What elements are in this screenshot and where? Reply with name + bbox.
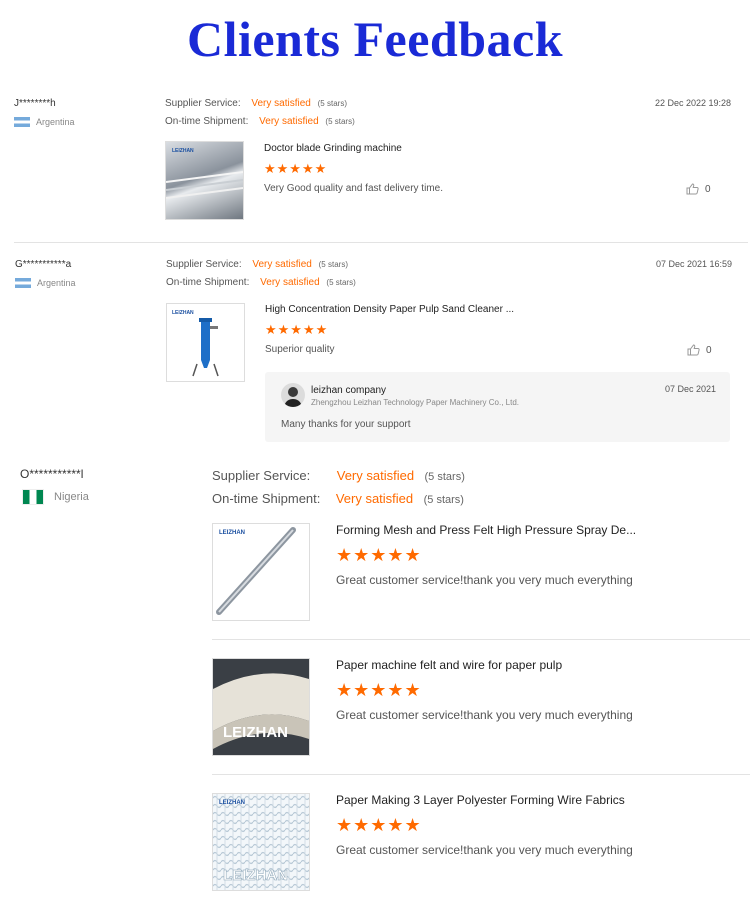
supplier-service-label: Supplier Service: [165,98,241,109]
supplier-service-label: Supplier Service: [212,468,311,483]
shipment-row: On-time Shipment: Very satisfied (5 star… [165,116,355,127]
brand-logo: LEIZHAN [219,530,245,536]
brand-logo: LEIZHAN [172,148,194,154]
person-avatar-icon [281,383,305,407]
doctor-blade-image: LEIZHAN [166,148,243,199]
supplier-service-row: Supplier Service: Very satisfied (5 star… [165,98,347,109]
shipment-stars-count: (5 stars) [423,494,464,506]
item-divider [212,639,750,640]
spray-pipe-image: LEIZHAN [216,527,296,615]
product-name[interactable]: High Concentration Density Paper Pulp Sa… [265,304,514,315]
reply-company-subtitle: Zhengzhou Leizhan Technology Paper Machi… [311,398,519,407]
brand-logo-large: LEIZHAN [223,867,288,884]
brand-logo: LEIZHAN [172,310,194,316]
nigeria-flag-icon [22,489,44,505]
review-text: Very Good quality and fast delivery time… [264,183,443,194]
like-count: 0 [705,183,711,195]
reviewer-country: Argentina [14,117,75,127]
shipment-rating: Very satisfied [259,116,319,127]
forming-wire-image: LEIZHAN LEIZHAN [213,794,309,890]
country-label: Argentina [37,278,76,288]
shipment-label: On-time Shipment: [212,491,321,506]
rating-stars: ★★★★★ [336,545,422,565]
page-title: Clients Feedback [186,11,564,67]
product-thumbnail[interactable]: LEIZHAN [212,523,310,621]
product-name[interactable]: Paper machine felt and wire for paper pu… [336,658,562,672]
product-thumbnail[interactable]: LEIZHAN [166,303,245,382]
review-text: Great customer service!thank you very mu… [336,708,633,722]
review-text: Superior quality [265,344,335,355]
brand-logo: LEIZHAN [219,800,245,806]
reviewer-name: J********h [14,98,56,109]
reviewer-country: Nigeria [22,489,89,505]
rating-stars: ★★★★★ [336,815,422,835]
country-label: Argentina [36,117,75,127]
product-name[interactable]: Paper Making 3 Layer Polyester Forming W… [336,793,625,807]
review-text: Great customer service!thank you very mu… [336,843,633,857]
item-divider [212,774,750,775]
seller-reply: leizhan company Zhengzhou Leizhan Techno… [265,372,730,442]
reply-company: leizhan company [311,385,387,396]
product-thumbnail[interactable]: LEIZHAN LEIZHAN [212,793,310,891]
shipment-label: On-time Shipment: [165,116,249,127]
review-divider [14,242,748,243]
product-thumbnail[interactable]: LEIZHAN [212,658,310,756]
supplier-rating: Very satisfied [251,98,311,109]
review-date: 07 Dec 2021 16:59 [656,259,733,269]
shipment-stars-count: (5 stars) [325,117,355,126]
sand-cleaner-image: LEIZHAN [172,310,219,377]
reviewer-name: G***********a [15,259,72,270]
like-button[interactable]: 0 [687,344,712,356]
argentina-flag-icon [14,117,30,127]
rating-stars: ★★★★★ [264,161,328,176]
supplier-stars-count: (5 stars) [318,260,348,269]
felt-wire-image: LEIZHAN [213,673,309,749]
product-name[interactable]: Doctor blade Grinding machine [264,143,402,154]
shipment-row: On-time Shipment: Very satisfied (5 star… [166,277,356,288]
shipment-row: On-time Shipment: Very satisfied (5 star… [212,490,464,508]
product-name[interactable]: Forming Mesh and Press Felt High Pressur… [336,523,636,537]
supplier-service-row: Supplier Service: Very satisfied (5 star… [166,259,348,270]
shipment-stars-count: (5 stars) [326,278,356,287]
reviewer-country: Argentina [15,278,76,288]
rating-stars: ★★★★★ [265,322,329,337]
supplier-stars-count: (5 stars) [424,471,465,483]
shipment-label: On-time Shipment: [166,277,250,288]
shipment-rating: Very satisfied [335,491,414,506]
like-button[interactable]: 0 [686,183,711,195]
supplier-service-label: Supplier Service: [166,259,242,270]
product-thumbnail[interactable]: LEIZHAN [165,141,244,220]
supplier-rating: Very satisfied [336,468,415,483]
supplier-stars-count: (5 stars) [317,99,347,108]
brand-logo: LEIZHAN [223,724,288,741]
review-date: 22 Dec 2022 19:28 [655,98,732,108]
supplier-service-row: Supplier Service: Very satisfied (5 star… [212,467,465,485]
review-text: Great customer service!thank you very mu… [336,573,633,587]
like-count: 0 [706,344,712,356]
shipment-rating: Very satisfied [260,277,320,288]
thumbs-up-icon [687,344,700,356]
supplier-rating: Very satisfied [252,259,312,270]
reply-text: Many thanks for your support [281,419,411,430]
thumbs-up-icon [686,183,699,195]
country-label: Nigeria [54,491,89,503]
reviewer-name: O***********l [20,467,84,481]
reply-date: 07 Dec 2021 [665,384,717,394]
argentina-flag-icon [15,278,31,288]
rating-stars: ★★★★★ [336,680,422,700]
